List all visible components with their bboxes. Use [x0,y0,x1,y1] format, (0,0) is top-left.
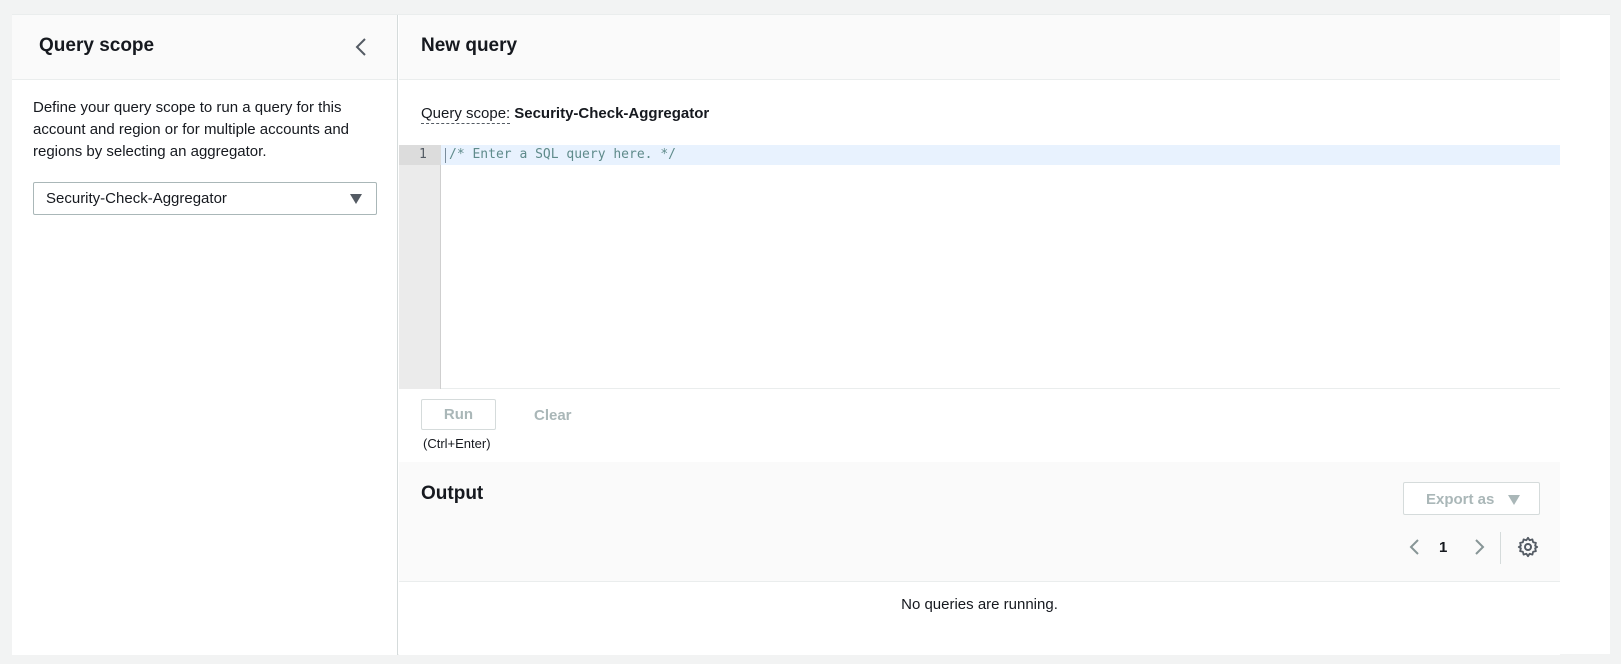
new-query-panel: New query Query scope: Security-Check-Agg… [399,15,1560,655]
clear-button[interactable]: Clear [534,407,572,424]
previous-page-button[interactable] [1405,535,1425,559]
export-as-button[interactable]: Export as [1403,482,1540,515]
chevron-right-icon [1475,539,1485,555]
caret-down-icon [350,194,362,204]
line-number: 1 [419,147,427,162]
query-editor-frame: Query scope Define your query scope to r… [12,14,1610,655]
editor-gutter: 1 [399,145,441,389]
chevron-left-icon [1409,539,1419,555]
query-scope-label[interactable]: Query scope: [421,105,511,124]
query-scope-description: Define your query scope to run a query f… [33,99,350,160]
text-cursor [445,148,446,163]
caret-down-icon [1508,495,1520,505]
sql-editor[interactable]: 1 /* Enter a SQL query here. */ [399,145,1560,389]
gear-icon [1517,536,1539,558]
aggregator-select[interactable]: Security-Check-Aggregator [33,182,377,215]
query-scope-title: Query scope [39,35,155,56]
query-scope-value: Security-Check-Aggregator [514,105,710,122]
output-section: Output Export as 1 No queries are runnin… [399,462,1560,655]
new-query-header: New query [399,15,1560,80]
next-page-button[interactable] [1469,535,1489,559]
code-line[interactable]: /* Enter a SQL query here. */ [449,147,676,162]
aggregator-selected-value: Security-Check-Aggregator [46,190,227,207]
query-scope-header: Query scope [12,15,397,80]
pager-divider [1500,532,1501,564]
run-button[interactable]: Run [421,399,496,430]
query-scope-line: Query scope: Security-Check-Aggregator [421,105,710,124]
run-shortcut-hint: (Ctrl+Enter) [423,436,491,451]
query-scope-panel: Query scope Define your query scope to r… [12,15,398,655]
output-results-area: No queries are running. [399,581,1560,655]
no-queries-message: No queries are running. [901,596,1058,613]
collapse-panel-button[interactable] [350,35,374,59]
current-page-number[interactable]: 1 [1439,539,1447,556]
export-as-label: Export as [1426,491,1495,508]
new-query-title: New query [421,35,518,56]
output-title: Output [421,483,484,504]
chevron-left-icon [355,38,366,56]
preferences-button[interactable] [1516,535,1540,559]
